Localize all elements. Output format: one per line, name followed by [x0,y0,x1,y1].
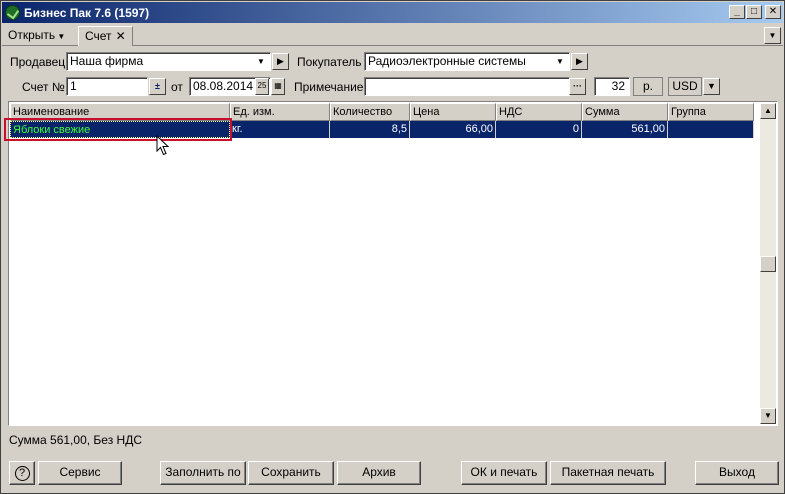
chevron-down-icon[interactable]: ▼ [553,55,567,68]
cell-group[interactable] [668,121,754,138]
ok-print-button[interactable]: ОК и печать [461,461,547,485]
archive-button[interactable]: Архив [337,461,421,485]
open-menu-label: Открыть [8,28,56,42]
cell-sum[interactable]: 561,00 [582,121,668,138]
service-button[interactable]: Сервис [38,461,122,485]
tab-strip: Открыть ▼ Счет ✕ ▼ [2,24,783,46]
tab-list-dropdown-button[interactable]: ▼ [764,27,781,44]
column-header-group[interactable]: Группа [668,103,754,121]
exit-button[interactable]: Выход [695,461,779,485]
seller-value: Наша фирма [70,54,144,68]
rate-input[interactable]: 32 [594,77,630,96]
chevron-down-icon[interactable]: ▼ [254,55,268,68]
date-from-label: от [171,80,183,94]
buyer-label: Покупатель [297,55,362,69]
window-title: Бизнес Пак 7.6 (1597) [24,6,150,20]
save-button[interactable]: Сохранить [248,461,334,485]
buyer-value: Радиоэлектронные системы [368,54,526,68]
note-input[interactable] [364,77,570,96]
mouse-cursor-icon [156,135,170,156]
invoice-number-label: Счет № [22,80,65,94]
date-picker-icon[interactable]: 25 [255,78,269,95]
calendar-icon[interactable]: ▦ [271,78,285,95]
column-header-sum[interactable]: Сумма [582,103,668,121]
items-grid[interactable]: Наименование Ед. изм. Количество Цена НД… [8,101,778,426]
main-window: Бизнес Пак 7.6 (1597) _ □ ✕ Открыть ▼ Сч… [0,0,785,494]
status-summary: Сумма 561,00, Без НДС [9,433,142,447]
buyer-select[interactable]: Радиоэлектронные системы ▼ [364,52,570,71]
seller-label: Продавец [10,55,66,69]
column-header-price[interactable]: Цена [410,103,496,121]
date-value: 08.08.2014 [193,79,254,93]
invoice-number-input[interactable]: 1 [66,77,148,96]
scroll-up-icon[interactable]: ▲ [760,103,776,119]
batch-print-button[interactable]: Пакетная печать [550,461,666,485]
close-button[interactable]: ✕ [765,5,781,19]
ellipsis-icon[interactable]: ··· [569,78,586,95]
open-menu[interactable]: Открыть ▼ [8,28,65,42]
help-icon: ? [14,466,30,481]
seller-open-button[interactable]: ▶ [272,53,289,70]
selection-highlight-box [4,118,232,141]
cell-price[interactable]: 66,00 [410,121,496,138]
currency-select[interactable]: USD [668,77,702,96]
title-bar: Бизнес Пак 7.6 (1597) _ □ ✕ [2,2,783,23]
cell-quantity[interactable]: 8,5 [330,121,410,138]
currency-dropdown-icon[interactable]: ▼ [703,78,720,95]
note-label: Примечание [294,80,364,94]
column-header-vat[interactable]: НДС [496,103,582,121]
cell-unit[interactable]: кг. [230,121,330,138]
minimize-button[interactable]: _ [729,5,745,19]
rate-unit: р. [633,77,663,96]
vertical-scrollbar[interactable]: ▲ ▼ [760,103,776,424]
tab-close-icon[interactable]: ✕ [116,29,126,43]
fill-by-button[interactable]: Заполнить по [160,461,246,485]
scroll-thumb[interactable] [760,256,776,272]
scroll-down-icon[interactable]: ▼ [760,408,776,424]
tab-invoice[interactable]: Счет ✕ [78,26,133,46]
column-header-unit[interactable]: Ед. изм. [230,103,330,121]
caret-down-icon: ▼ [55,32,66,41]
maximize-button[interactable]: □ [746,5,762,19]
buyer-open-button[interactable]: ▶ [571,53,588,70]
column-header-quantity[interactable]: Количество [330,103,410,121]
tab-invoice-label: Счет [85,29,112,43]
next-number-icon[interactable]: ± [149,78,166,95]
seller-select[interactable]: Наша фирма ▼ [66,52,271,71]
help-button[interactable]: ? [9,461,35,485]
cell-vat[interactable]: 0 [496,121,582,138]
app-logo-icon [5,5,20,20]
